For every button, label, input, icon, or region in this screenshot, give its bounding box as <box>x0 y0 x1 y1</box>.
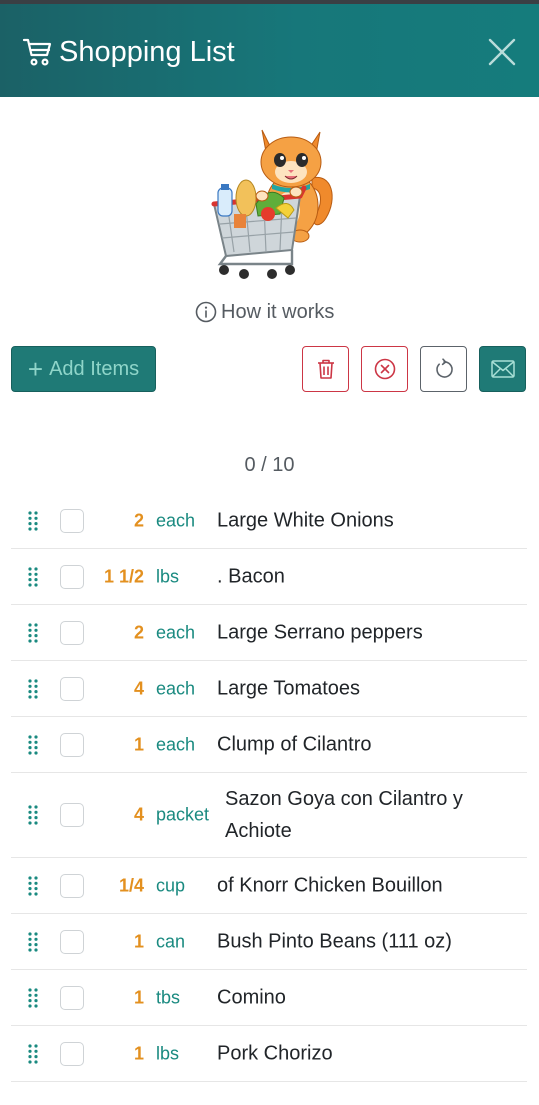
close-icon[interactable] <box>486 36 518 68</box>
item-quantity: 1 <box>133 734 144 754</box>
item-checkbox[interactable] <box>60 985 84 1010</box>
item-unit: can <box>156 931 186 951</box>
cat-with-cart-image <box>211 129 333 279</box>
drag-handle-icon[interactable] <box>27 875 39 897</box>
item-checkbox[interactable] <box>60 929 84 954</box>
item-quantity: 1 1/2 <box>103 566 144 586</box>
drag-handle-icon[interactable] <box>27 566 39 588</box>
delete-list-button[interactable] <box>302 346 349 392</box>
item-quantity: 2 <box>133 510 144 530</box>
item-unit: lbs <box>156 566 180 586</box>
drag-handle-icon[interactable] <box>27 622 39 644</box>
item-checkbox[interactable] <box>60 620 84 645</box>
item-name: Large Serrano peppers <box>217 621 423 643</box>
drag-handle-icon[interactable] <box>27 1043 39 1065</box>
item-name: Large White Onions <box>217 509 394 531</box>
clear-checked-button[interactable] <box>361 346 408 392</box>
item-unit: each <box>156 622 196 642</box>
list-item: 1 lbs Pork Chorizo <box>11 1026 527 1082</box>
list-item: 1 tbs Comino <box>11 970 527 1026</box>
list-item: 4 each Large Tomatoes <box>11 661 527 717</box>
item-name: Pork Chorizo <box>217 1042 333 1064</box>
list-item: 1 can Bush Pinto Beans (111 oz) <box>11 914 527 970</box>
item-name: Comino <box>217 986 286 1008</box>
item-name: Clump of Cilantro <box>217 733 372 755</box>
email-list-button[interactable] <box>479 346 526 392</box>
drag-handle-icon[interactable] <box>27 804 39 826</box>
item-checkbox[interactable] <box>60 732 84 757</box>
list-item: 4 packet Sazon Goya con Cilantro y Achio… <box>11 773 527 858</box>
item-quantity: 4 <box>133 804 144 825</box>
drag-handle-icon[interactable] <box>27 987 39 1009</box>
item-unit: each <box>156 734 196 754</box>
page-title: Shopping List <box>59 36 235 68</box>
how-it-works-link[interactable]: How it works <box>195 298 334 326</box>
item-name: Large Tomatoes <box>217 677 361 699</box>
add-items-label: Add Items <box>49 357 140 380</box>
how-it-works-label: How it works <box>221 300 335 323</box>
item-unit: each <box>156 510 196 530</box>
item-quantity: 1 <box>133 931 144 951</box>
drag-handle-icon[interactable] <box>27 734 39 756</box>
drag-handle-icon[interactable] <box>27 931 39 953</box>
envelope-icon <box>490 360 515 378</box>
trash-icon <box>317 359 334 379</box>
add-items-button[interactable]: + Add Items <box>11 346 156 392</box>
info-icon <box>195 301 217 323</box>
drag-handle-icon[interactable] <box>27 510 39 532</box>
drag-handle-icon[interactable] <box>27 678 39 700</box>
refresh-icon <box>435 358 453 378</box>
item-name: . Bacon <box>217 565 285 587</box>
item-checkbox[interactable] <box>60 676 84 701</box>
list-item: 2 each Large Serrano peppers <box>11 605 527 661</box>
list-item: 2 each Large White Onions <box>11 493 527 549</box>
shopping-list: 2 each Large White Onions 1 1/2 lbs . Ba… <box>11 493 527 1082</box>
item-name: of Knorr Chicken Bouillon <box>217 874 443 896</box>
item-unit: cup <box>156 875 186 895</box>
item-checkbox[interactable] <box>60 803 84 827</box>
item-quantity: 4 <box>133 678 144 698</box>
plus-icon: + <box>27 354 44 384</box>
item-unit: tbs <box>156 987 181 1007</box>
item-checkbox[interactable] <box>60 508 84 533</box>
cart-icon <box>22 38 52 66</box>
checked-counter: 0 / 10 <box>244 454 295 476</box>
item-quantity: 1/4 <box>118 875 144 895</box>
list-item: 1 each Clump of Cilantro <box>11 717 527 773</box>
reset-list-button[interactable] <box>420 346 467 392</box>
item-name: Bush Pinto Beans (111 oz) <box>217 930 452 952</box>
list-item: 1/4 cup of Knorr Chicken Bouillon <box>11 858 527 914</box>
item-name: Sazon Goya con Cilantro y Achiote <box>225 788 463 842</box>
item-quantity: 2 <box>133 622 144 642</box>
item-quantity: 1 <box>133 987 144 1007</box>
item-quantity: 1 <box>133 1043 144 1063</box>
item-checkbox[interactable] <box>60 1041 84 1066</box>
item-checkbox[interactable] <box>60 873 84 898</box>
list-item: 1 1/2 lbs . Bacon <box>11 549 527 605</box>
item-unit: each <box>156 678 196 698</box>
header-bar: Shopping List <box>0 4 539 97</box>
item-unit: lbs <box>156 1043 180 1063</box>
x-circle-icon <box>374 358 395 380</box>
item-checkbox[interactable] <box>60 564 84 589</box>
item-unit: packet <box>156 804 210 825</box>
